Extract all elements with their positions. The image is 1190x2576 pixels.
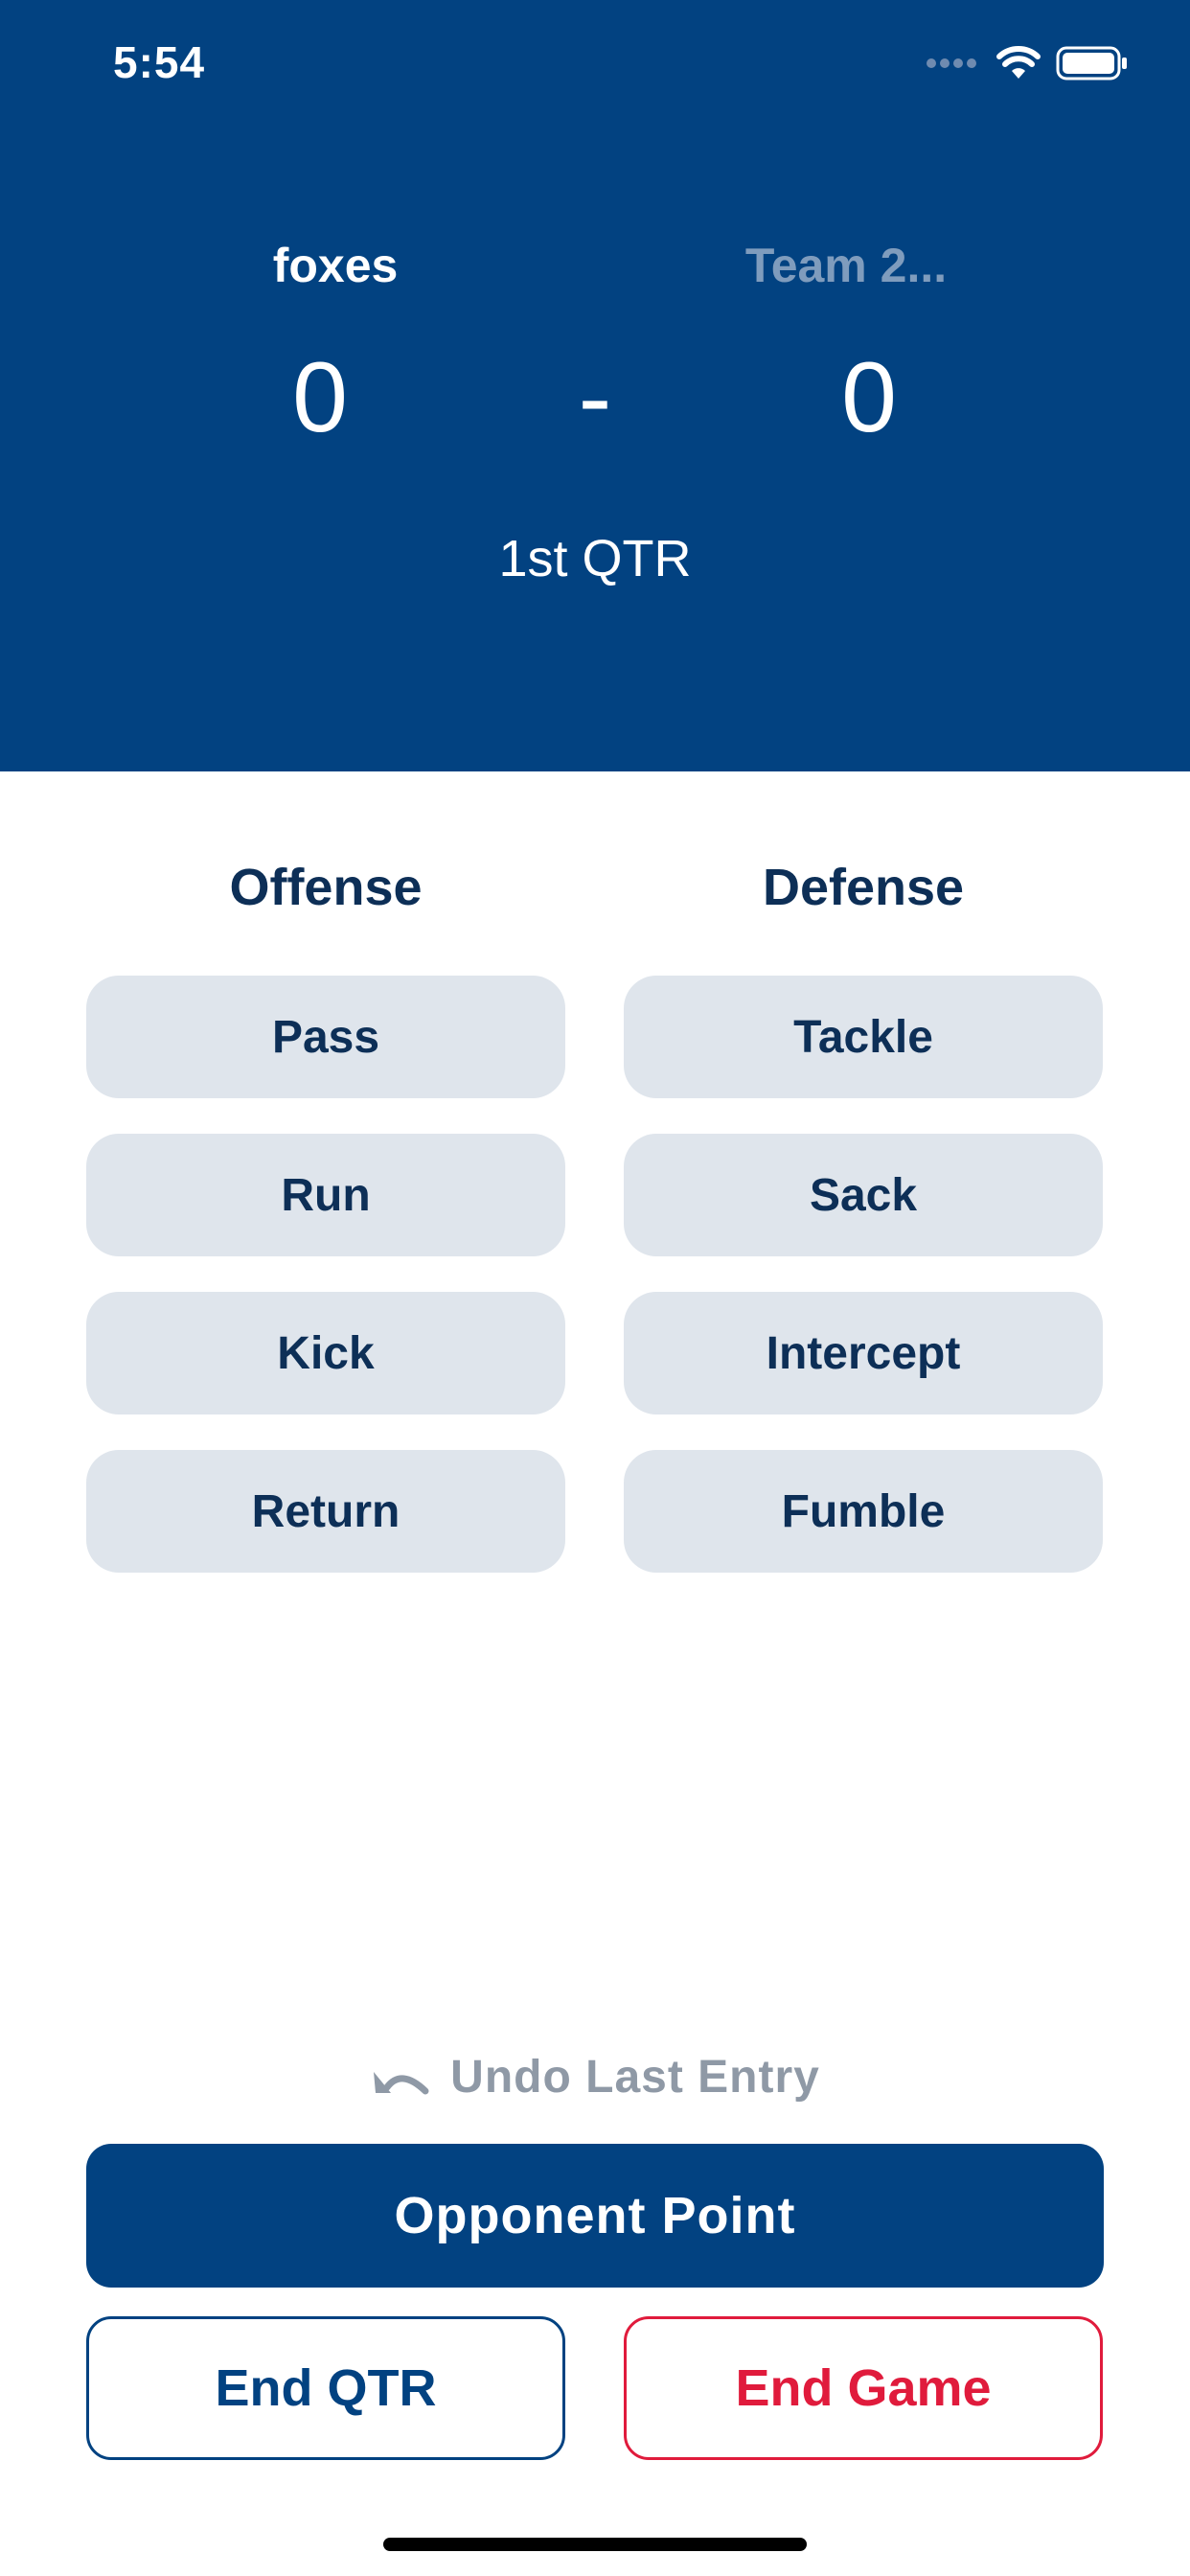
team2-score: 0 (841, 342, 897, 453)
opponent-point-button[interactable]: Opponent Point (86, 2144, 1104, 2288)
end-qtr-button[interactable]: End QTR (86, 2316, 565, 2460)
team1-score: 0 (292, 342, 348, 453)
team1-name: foxes (272, 239, 399, 292)
return-button[interactable]: Return (86, 1450, 565, 1573)
status-icons (926, 42, 1129, 84)
score-header: 5:54 foxes Team 2... 0 - 0 1st QTR (0, 0, 1190, 771)
kick-button[interactable]: Kick (86, 1292, 565, 1414)
defense-title: Defense (762, 859, 965, 916)
quarter-label: 1st QTR (498, 530, 692, 587)
undo-last-entry-button[interactable]: Undo Last Entry (0, 2051, 1190, 2104)
fumble-button[interactable]: Fumble (624, 1450, 1103, 1573)
sack-button[interactable]: Sack (624, 1134, 1103, 1256)
tackle-button[interactable]: Tackle (624, 976, 1103, 1098)
run-button[interactable]: Run (86, 1134, 565, 1256)
score-separator: - (578, 342, 612, 453)
battery-icon (1056, 46, 1127, 80)
home-indicator[interactable] (383, 2538, 807, 2551)
offense-title: Offense (229, 859, 423, 916)
status-time: 5:54 (113, 37, 206, 87)
team2-name[interactable]: Team 2... (654, 238, 1038, 293)
undo-icon (374, 2071, 429, 2094)
wifi-icon (996, 46, 1041, 79)
pass-button[interactable]: Pass (86, 976, 565, 1098)
intercept-button[interactable]: Intercept (624, 1292, 1103, 1414)
end-game-button[interactable]: End Game (624, 2316, 1103, 2460)
cellular-signal-icon (927, 58, 976, 68)
undo-label: Undo Last Entry (450, 2052, 820, 2103)
